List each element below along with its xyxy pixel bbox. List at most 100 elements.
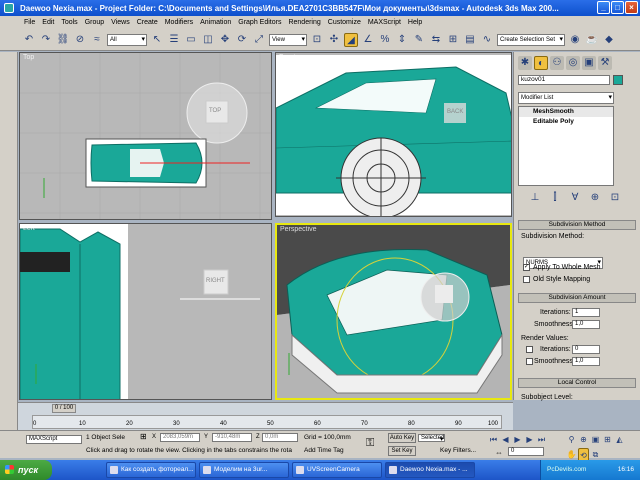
zoom-extents-all-icon[interactable]: ⊞: [602, 433, 613, 447]
viewport-label-top[interactable]: Top: [23, 54, 34, 61]
show-end-result-icon[interactable]: ⫿: [548, 191, 562, 205]
menu-modifiers[interactable]: Modifiers: [165, 19, 193, 26]
field-of-view-icon[interactable]: ◭: [614, 433, 625, 447]
material-editor-icon[interactable]: ◉: [568, 33, 582, 47]
minimize-button[interactable]: _: [597, 1, 610, 14]
stack-item-meshsmooth[interactable]: MeshSmooth: [519, 107, 613, 117]
motion-tab-icon[interactable]: ◎: [566, 56, 580, 70]
select-rotate-icon[interactable]: ⟳: [235, 33, 249, 47]
spinner-snap-icon[interactable]: ⇕: [395, 33, 409, 47]
percent-snap-icon[interactable]: %: [378, 33, 392, 47]
menu-views[interactable]: Views: [111, 19, 130, 26]
menu-help[interactable]: Help: [408, 19, 422, 26]
render-smoothness-spinner[interactable]: 1,0: [572, 357, 600, 366]
task-uvscreencamera[interactable]: UVScreenCamera: [292, 462, 382, 478]
menu-maxscript[interactable]: MAXScript: [368, 19, 401, 26]
task-3dsmax[interactable]: Daewoo Nexia.max - ...: [385, 462, 475, 478]
stack-item-editable-poly[interactable]: Editable Poly: [519, 117, 613, 127]
track-bar[interactable]: 0 10 20 30 40 50 60 70 80 90 100: [32, 415, 502, 429]
menu-rendering[interactable]: Rendering: [288, 19, 320, 26]
select-object-icon[interactable]: ↖: [150, 33, 164, 47]
viewport-front[interactable]: Front BACK: [275, 52, 512, 217]
modifier-list-dropdown[interactable]: Modifier List: [518, 92, 614, 104]
select-scale-icon[interactable]: ⤢: [252, 33, 266, 47]
goto-start-icon[interactable]: ⏮: [488, 433, 499, 447]
hierarchy-tab-icon[interactable]: ⚇: [550, 56, 564, 70]
menu-customize[interactable]: Customize: [328, 19, 361, 26]
remove-modifier-icon[interactable]: ⊕: [588, 191, 602, 205]
iterations-spinner[interactable]: 1: [572, 308, 600, 317]
next-frame-icon[interactable]: ▶: [524, 433, 535, 447]
reference-coordinate-dropdown[interactable]: View: [269, 33, 307, 46]
align-icon[interactable]: ⊞: [446, 33, 460, 47]
display-tab-icon[interactable]: ▣: [582, 56, 596, 70]
prev-frame-icon[interactable]: ◀: [500, 433, 511, 447]
quick-render-icon[interactable]: ◆: [602, 33, 616, 47]
render-scene-icon[interactable]: ☕: [585, 33, 599, 47]
bind-space-warp-icon[interactable]: ≈: [90, 33, 104, 47]
select-manipulate-icon[interactable]: ✣: [327, 33, 341, 47]
timeline[interactable]: 0 / 100 0 10 20 30 40 50 60 70 80 90 100: [18, 402, 513, 430]
pin-stack-icon[interactable]: ⊥: [528, 191, 542, 205]
goto-end-icon[interactable]: ⏭: [536, 433, 547, 447]
zoom-icon[interactable]: ⚲: [566, 433, 577, 447]
menu-group[interactable]: Group: [85, 19, 104, 26]
start-button[interactable]: пуск: [0, 460, 52, 480]
y-coordinate-field[interactable]: -910,48m: [212, 433, 252, 442]
play-icon[interactable]: ▶: [512, 433, 523, 447]
time-slider[interactable]: 0 / 100: [52, 404, 76, 413]
viewport-top[interactable]: Top TOP: [19, 52, 272, 220]
rect-selection-icon[interactable]: ▭: [184, 33, 198, 47]
angle-snap-icon[interactable]: ∠: [361, 33, 375, 47]
task-browser[interactable]: Как создать фотореал...: [106, 462, 196, 478]
current-frame-field[interactable]: 0: [508, 447, 544, 456]
menu-edit[interactable]: Edit: [42, 19, 54, 26]
zoom-all-icon[interactable]: ⊕: [578, 433, 589, 447]
layer-manager-icon[interactable]: ▤: [463, 33, 477, 47]
maximize-button[interactable]: □: [611, 1, 624, 14]
close-button[interactable]: ×: [625, 1, 638, 14]
curve-editor-icon[interactable]: ∿: [480, 33, 494, 47]
configure-modifier-sets-icon[interactable]: ⊡: [608, 191, 622, 205]
pivot-center-icon[interactable]: ⊡: [310, 33, 324, 47]
lock-selection-icon[interactable]: ⊞: [140, 432, 147, 441]
key-mode-toggle-icon[interactable]: ⇔: [495, 448, 503, 457]
viewport-left[interactable]: Left RIGHT: [19, 223, 272, 400]
object-color-swatch[interactable]: [613, 75, 623, 85]
menu-animation[interactable]: Animation: [200, 19, 231, 26]
render-smoothness-checkbox[interactable]: [526, 358, 533, 365]
named-selection-sets-dropdown[interactable]: Create Selection Set: [497, 33, 565, 46]
edit-named-selection-icon[interactable]: ✎: [412, 33, 426, 47]
auto-key-button[interactable]: Auto Key: [388, 433, 416, 443]
make-unique-icon[interactable]: ∀: [568, 191, 582, 205]
zoom-extents-icon[interactable]: ▣: [590, 433, 601, 447]
viewport-label-left[interactable]: Left: [23, 225, 35, 232]
snaps-toggle-icon[interactable]: ◢: [344, 32, 358, 47]
key-mode-dropdown[interactable]: Selected: [418, 434, 446, 442]
menu-file[interactable]: File: [24, 19, 35, 26]
menu-tools[interactable]: Tools: [61, 19, 77, 26]
object-name-field[interactable]: kuzov01: [518, 75, 610, 85]
undo-icon[interactable]: ↶: [22, 33, 36, 47]
mirror-icon[interactable]: ⇆: [429, 33, 443, 47]
select-by-name-icon[interactable]: ☰: [167, 33, 181, 47]
x-coordinate-field[interactable]: 2083,059m: [160, 433, 200, 442]
viewport-perspective[interactable]: Perspective: [275, 223, 512, 400]
menu-create[interactable]: Create: [137, 19, 158, 26]
render-iterations-spinner[interactable]: 0: [572, 345, 600, 354]
window-crossing-icon[interactable]: ◫: [201, 33, 215, 47]
unlink-icon[interactable]: ⊘: [73, 33, 87, 47]
viewport-label-perspective[interactable]: Perspective: [280, 226, 317, 233]
old-style-mapping-checkbox[interactable]: [523, 276, 530, 283]
menu-graph-editors[interactable]: Graph Editors: [238, 19, 281, 26]
utilities-tab-icon[interactable]: ⚒: [598, 56, 612, 70]
z-coordinate-field[interactable]: 0,0m: [262, 433, 298, 442]
maxscript-listener[interactable]: MAXScript: [26, 435, 82, 444]
rollout-subdivision-method[interactable]: Subdivision Method: [518, 220, 636, 230]
key-filters-button[interactable]: Key Filters...: [440, 447, 476, 454]
apply-whole-mesh-checkbox[interactable]: ✓: [523, 264, 530, 271]
set-key-button[interactable]: Set Key: [388, 446, 416, 456]
modify-tab-icon[interactable]: ◐: [534, 56, 548, 70]
viewport-label-front[interactable]: Front: [279, 54, 295, 61]
create-tab-icon[interactable]: ✱: [518, 56, 532, 70]
